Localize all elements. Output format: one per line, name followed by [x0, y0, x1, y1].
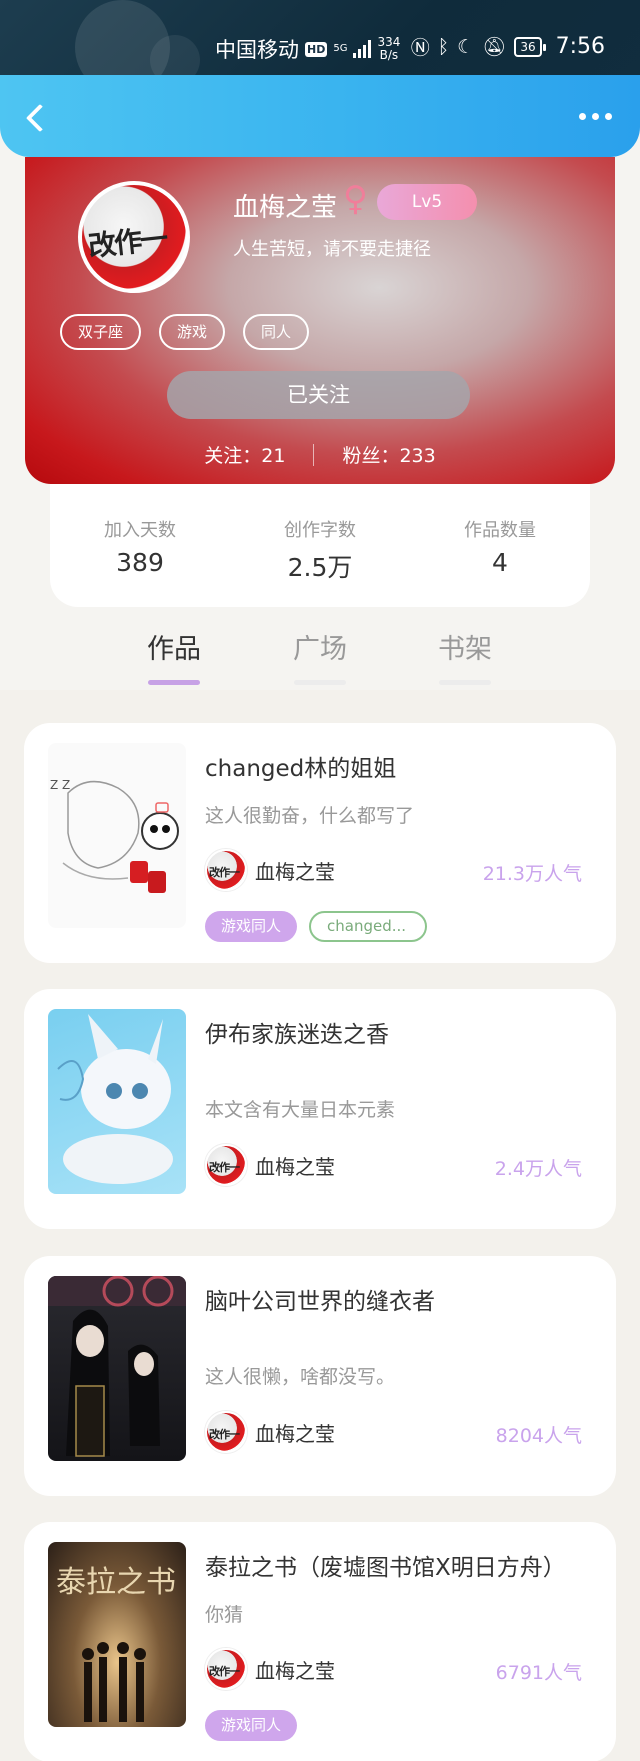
profile-tag[interactable]: 双子座 [60, 314, 142, 350]
more-dots-icon[interactable] [579, 113, 612, 120]
author-avatar: 改作一 [205, 1411, 247, 1453]
status-left: 中国移动 HD 5G 334 B/s [215, 34, 400, 64]
book-card[interactable]: 伊布家族迷迭之香 本文含有大量日本元素 改作一 血梅之莹 2.4万人气 [24, 989, 616, 1229]
tab-bookshelf[interactable]: 书架 [425, 627, 505, 685]
book-card[interactable]: 泰拉之书 泰拉之书（废墟图书馆X明日方舟） 你猜 改作一 血梅之莹 6791人气… [24, 1522, 616, 1761]
book-description: 本文含有大量日本元素 [205, 1099, 396, 1121]
svg-text:Z Z: Z Z [50, 778, 70, 792]
stat-value: 2.5万 [287, 553, 353, 582]
book-popularity: 21.3万人气 [482, 863, 582, 885]
carrier-label: 中国移动 [215, 38, 299, 62]
avatar-art-text: 改作一 [86, 222, 168, 263]
book-cover[interactable]: 泰拉之书 [48, 1542, 186, 1727]
book-card[interactable]: Z Z changed林的姐姐 这人很勤奋，什么都写了 改作一 血梅之莹 21.… [24, 723, 616, 963]
divider [313, 443, 315, 466]
stat-label: 作品数量 [464, 520, 536, 541]
tab-indicator [294, 680, 346, 685]
stat-value: 4 [492, 548, 508, 577]
book-tags: 游戏同人 changed... [205, 911, 428, 942]
tab-works[interactable]: 作品 [134, 627, 214, 685]
book-title[interactable]: changed林的姐姐 [205, 749, 396, 783]
stat-value: 389 [116, 548, 164, 577]
tab-plaza[interactable]: 广场 [280, 627, 360, 685]
book-title[interactable]: 脑叶公司世界的缝衣者 [205, 1282, 435, 1316]
book-author[interactable]: 改作一 血梅之莹 [205, 1411, 335, 1453]
svg-text:泰拉之书: 泰拉之书 [56, 1565, 176, 1600]
book-tags: 游戏同人 [205, 1710, 298, 1741]
book-popularity: 8204人气 [495, 1425, 582, 1447]
profile-tag[interactable]: 游戏 [159, 314, 226, 350]
followers-count[interactable]: 粉丝：233 [342, 441, 435, 468]
following-count[interactable]: 关注：21 [204, 441, 285, 468]
book-description: 这人很勤奋，什么都写了 [205, 805, 415, 827]
bell-off-icon: 🔕︎ [482, 36, 507, 58]
book-description: 你猜 [205, 1604, 244, 1626]
book-title[interactable]: 伊布家族迷迭之香 [205, 1015, 389, 1049]
profile-tag[interactable]: 同人 [243, 314, 310, 350]
tab-indicator [439, 680, 491, 685]
stat-label: 加入天数 [104, 520, 176, 541]
avatar-art-text: 改作一 [209, 1161, 240, 1174]
signal-icon [353, 40, 372, 58]
stat-join-days: 加入天数 389 [65, 516, 215, 607]
author-avatar: 改作一 [205, 1144, 247, 1186]
net-speed-unit: B/s [379, 48, 399, 62]
follow-button[interactable]: 已关注 [167, 371, 470, 419]
moon-icon: ☾ [457, 35, 475, 58]
stat-word-count: 创作字数 2.5万 [245, 516, 395, 607]
avatar-art-text: 改作一 [209, 1665, 240, 1678]
tab-label: 作品 [147, 634, 201, 665]
book-tag[interactable]: changed... [309, 911, 428, 942]
avatar-art-text: 改作一 [209, 866, 240, 879]
author-name: 血梅之莹 [255, 1658, 335, 1683]
nfc-icon: Ⓝ [410, 37, 430, 59]
top-header [0, 75, 640, 157]
book-cover[interactable] [48, 1009, 186, 1194]
book-tag[interactable]: 游戏同人 [205, 1710, 298, 1741]
username: 血梅之莹 [233, 193, 338, 223]
level-badge: Lv5 [377, 184, 477, 220]
female-icon: ♀ [343, 179, 368, 219]
stat-label: 创作字数 [284, 520, 356, 541]
net-speed: 334 B/s [377, 36, 400, 62]
profile-card: 改作一 血梅之莹 ♀ Lv5 人生苦短，请不要走捷径 双子座 游戏 同人 已关注… [25, 157, 615, 484]
avatar-art-text: 改作一 [209, 1428, 240, 1441]
book-cover[interactable]: Z Z [48, 743, 186, 928]
author-avatar: 改作一 [205, 1648, 247, 1690]
book-author[interactable]: 改作一 血梅之莹 [205, 849, 335, 891]
book-cover[interactable] [48, 1276, 186, 1461]
author-name: 血梅之莹 [255, 1421, 335, 1446]
follow-counts: 关注：21 粉丝：233 [25, 441, 615, 468]
chevron-left-icon[interactable] [22, 103, 52, 133]
book-card[interactable]: 脑叶公司世界的缝衣者 这人很懒，啥都没写。 改作一 血梅之莹 8204人气 [24, 1256, 616, 1496]
book-description: 这人很懒，啥都没写。 [205, 1366, 396, 1388]
author-avatar: 改作一 [205, 849, 247, 891]
stat-work-count: 作品数量 4 [425, 516, 575, 607]
net-speed-value: 334 [377, 35, 401, 49]
book-title[interactable]: 泰拉之书（废墟图书馆X明日方舟） [205, 1548, 566, 1582]
network-type: 5G [333, 43, 348, 54]
author-name: 血梅之莹 [255, 1154, 335, 1179]
book-author[interactable]: 改作一 血梅之莹 [205, 1648, 335, 1690]
battery-icon: 36 [514, 36, 546, 57]
tab-indicator [148, 680, 200, 685]
tab-label: 广场 [293, 634, 347, 665]
profile-tags: 双子座 游戏 同人 [60, 314, 310, 350]
stats-card: 加入天数 389 创作字数 2.5万 作品数量 4 [50, 484, 590, 607]
book-popularity: 2.4万人气 [494, 1158, 582, 1180]
status-right: Ⓝ ᛒ ☾ 🔕︎ 36 7:56 [411, 33, 605, 60]
author-name: 血梅之莹 [255, 859, 335, 884]
hd-badge: HD [305, 41, 328, 57]
book-popularity: 6791人气 [495, 1662, 582, 1684]
tab-bar: 作品 广场 书架 [0, 617, 640, 687]
book-author[interactable]: 改作一 血梅之莹 [205, 1144, 335, 1186]
bluetooth-icon: ᛒ [437, 35, 450, 58]
book-tag[interactable]: 游戏同人 [205, 911, 298, 942]
tab-label: 书架 [438, 634, 492, 665]
user-motto: 人生苦短，请不要走捷径 [233, 239, 431, 260]
avatar[interactable]: 改作一 [78, 181, 190, 293]
clock: 7:56 [555, 34, 605, 59]
